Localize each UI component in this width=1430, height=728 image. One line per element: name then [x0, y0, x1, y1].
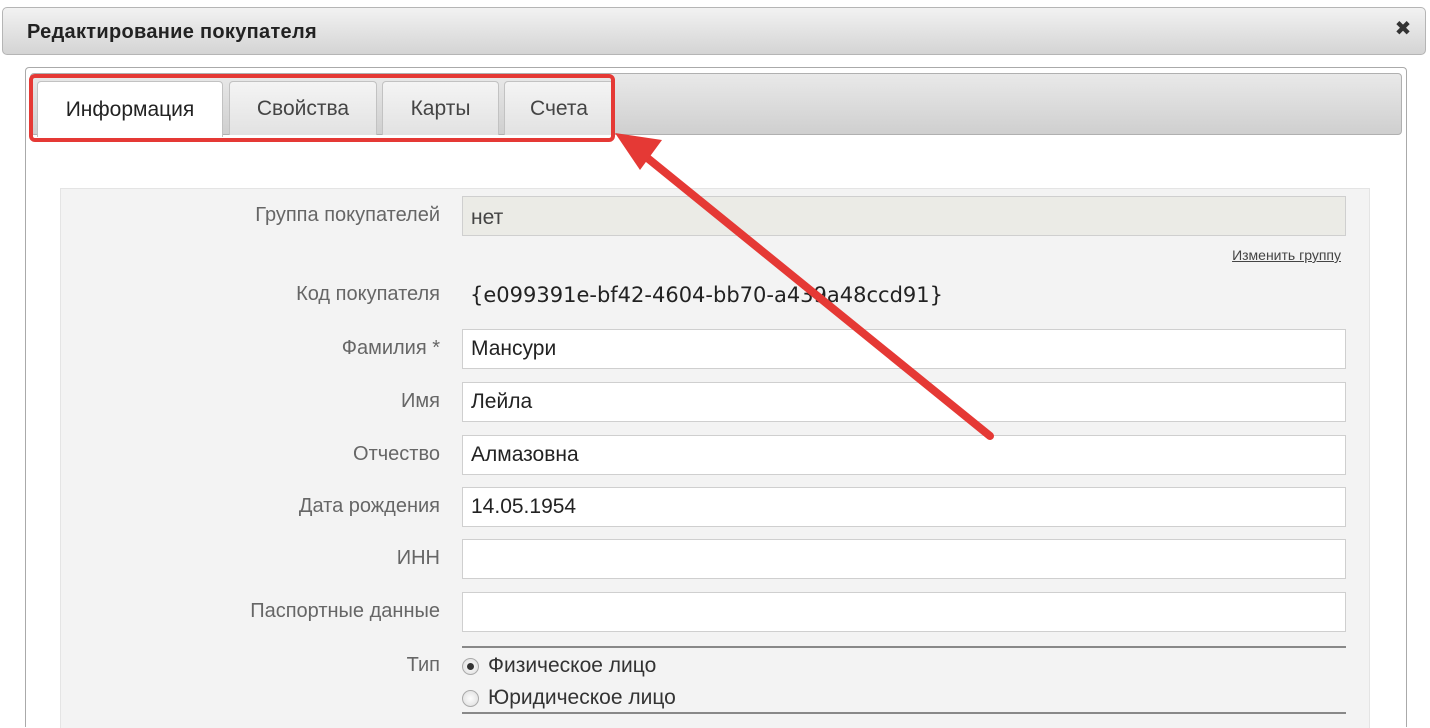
change-group-link[interactable]: Изменить группу [1232, 247, 1341, 263]
patronymic-label: Отчество [353, 443, 440, 465]
tab-label: Счета [530, 96, 588, 120]
inn-label: ИНН [396, 547, 440, 569]
tab-properties[interactable]: Свойства [229, 81, 377, 135]
radio-individual[interactable]: Физическое лицо [462, 654, 656, 678]
birth-date-input[interactable] [462, 487, 1346, 527]
radio-label: Физическое лицо [488, 654, 657, 677]
birth-date-label: Дата рождения [298, 495, 440, 517]
first-name-input[interactable] [462, 382, 1346, 422]
tab-label: Карты [410, 96, 471, 120]
dialog-titlebar[interactable]: Редактирование покупателя ✖ [2, 7, 1426, 55]
dialog-title: Редактирование покупателя [27, 21, 317, 43]
inn-input[interactable] [462, 539, 1346, 579]
patronymic-input[interactable] [462, 435, 1346, 475]
close-icon[interactable]: ✖ [1393, 19, 1413, 39]
code-label: Код покупателя [296, 283, 440, 305]
customer-code-value: {e099391e-bf42-4604-bb70-a439a48ccd91} [470, 283, 943, 307]
tab-accounts[interactable]: Счета [504, 81, 614, 135]
tab-cards[interactable]: Карты [382, 81, 499, 135]
passport-input[interactable] [462, 592, 1346, 632]
radio-label: Юридическое лицо [488, 686, 676, 709]
first-name-label: Имя [401, 390, 440, 412]
tab-information[interactable]: Информация [37, 81, 223, 137]
last-name-label: Фамилия * [341, 337, 440, 359]
edit-customer-dialog: Редактирование покупателя ✖ Информация С… [0, 0, 1430, 728]
type-label: Тип [406, 654, 440, 676]
tab-label: Свойства [256, 96, 350, 120]
tab-bar: Информация Свойства Карты Счета [30, 73, 1402, 137]
radio-legal-entity[interactable]: Юридическое лицо [462, 686, 676, 710]
customer-group-field: нет [462, 196, 1346, 236]
last-name-input[interactable] [462, 329, 1346, 369]
tab-label: Информация [65, 97, 195, 121]
group-label: Группа покупателей [255, 204, 440, 226]
radio-unchecked-icon[interactable] [462, 689, 479, 707]
customer-type-radio-group: Физическое лицо Юридическое лицо [462, 646, 1346, 714]
radio-checked-icon[interactable] [462, 657, 479, 675]
passport-label: Паспортные данные [250, 600, 440, 622]
